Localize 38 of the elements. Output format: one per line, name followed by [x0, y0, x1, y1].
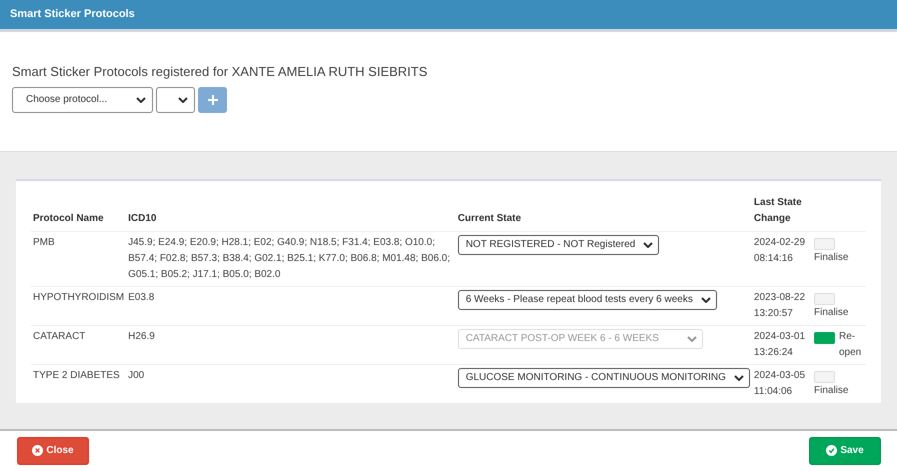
state-dropdown[interactable]: GLUCOSE MONITORING - CONTINUOUS MONITORING	[458, 368, 750, 388]
toggle-label: Finalise	[814, 384, 850, 398]
chevron-icon	[700, 296, 711, 303]
icd10-codes: J00	[128, 370, 144, 381]
icd10-codes: E03.8	[128, 292, 154, 303]
protocol-name: CATARACT	[33, 330, 86, 342]
chevron-icon	[136, 96, 146, 103]
column-header: Current State	[456, 194, 752, 232]
chevron-icon	[734, 374, 744, 381]
protocol-name: TYPE 2 DIABETES	[33, 370, 120, 381]
icd10-codes: H26.9	[128, 330, 155, 342]
close-button[interactable]: Close	[17, 436, 89, 465]
check-icon	[826, 445, 838, 456]
window-title: Smart Sticker Protocols	[10, 8, 135, 20]
toggle-label: Finalise	[814, 306, 850, 320]
column-header: Last State Change	[752, 194, 812, 232]
timestamp: 2024-02-29 08:14:16	[754, 236, 806, 264]
toggle-label: Finalise	[814, 251, 850, 266]
chevron-icon	[178, 96, 188, 103]
close-icon	[32, 445, 44, 456]
plus-icon	[208, 94, 218, 105]
protocol-dropdown[interactable]: Choose protocol...	[12, 86, 153, 113]
state-dropdown[interactable]: NOT REGISTERED - NOT Registered	[458, 234, 660, 255]
state-dropdown[interactable]: 6 Weeks - Please repeat blood tests every 6 weeks	[458, 290, 717, 310]
add-button[interactable]	[198, 86, 227, 113]
icd10-codes: J45.9; E24.9; E20.9; H28.1; E02; G40.9; N18.5; F31.4; E03.8; O10.0; B57.4; F02.8; B57.3; B38.4; G02.1; B25.1; K77.0; B06.8; M01.48; B06.0; G05.1; B05.2; J17.1; B05.0; B02.0	[128, 236, 450, 280]
secondary-dropdown[interactable]	[156, 86, 195, 113]
column-header: ICD10	[126, 194, 456, 232]
toggle-label: Re-open	[839, 330, 862, 360]
column-header: Protocol Name	[31, 194, 126, 232]
protocol-name: HYPOTHYROIDISM	[33, 292, 124, 303]
heading: Smart Sticker Protocols registered for XANTE AMELIA RUTH SIEBRITS	[12, 64, 428, 79]
chevron-icon	[643, 242, 654, 248]
protocol-name: PMB	[33, 236, 55, 248]
timestamp: 2023-08-22 13:20:57	[754, 292, 806, 319]
timestamp: 2024-03-01 13:26:24	[754, 330, 806, 358]
timestamp: 2024-03-05 11:04:06	[754, 370, 806, 397]
chevron-icon	[686, 336, 697, 342]
